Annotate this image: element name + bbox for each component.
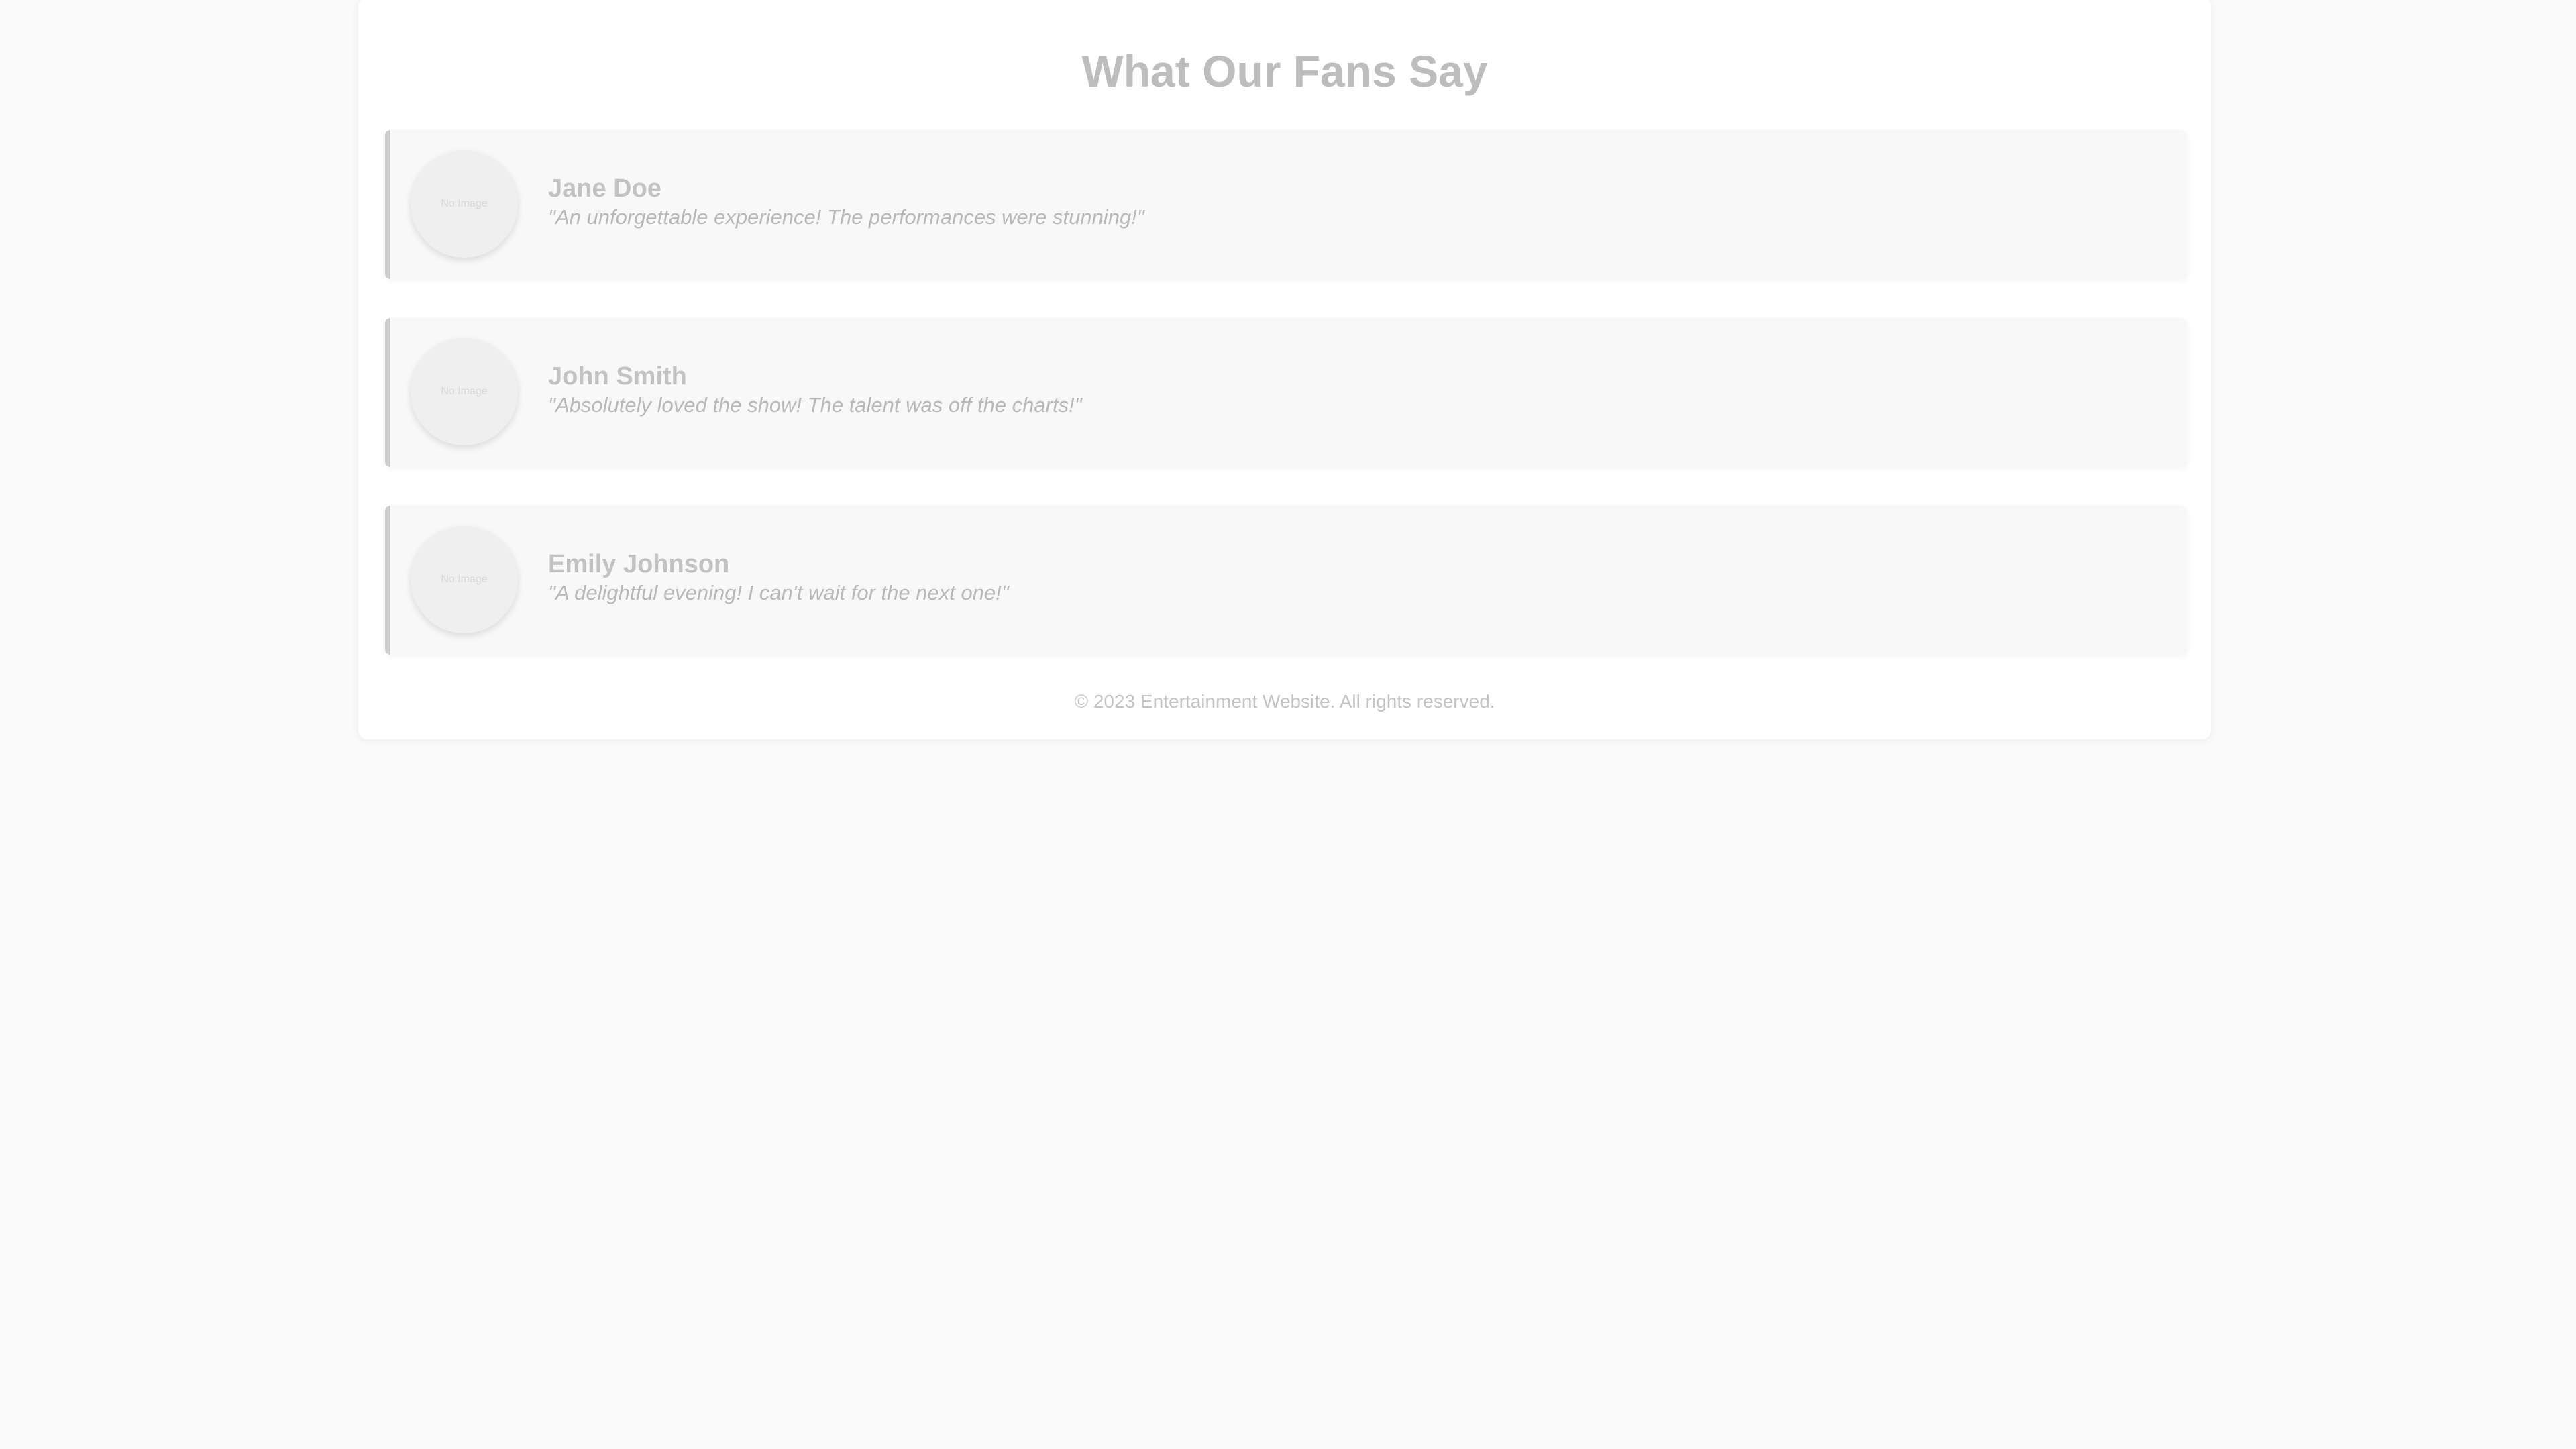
testimonial-card: No Image Jane Doe "An unforgettable expe… [385, 130, 2187, 279]
footer-copyright: © 2023 Entertainment Website. All rights… [1074, 691, 1495, 712]
testimonial-card: No Image John Smith "Absolutely loved th… [385, 318, 2187, 467]
avatar: No Image [411, 338, 518, 445]
avatar-placeholder-label: No Image [441, 386, 488, 397]
testimonial-name: John Smith [548, 362, 687, 390]
testimonial-name: Jane Doe [548, 174, 661, 203]
avatar-placeholder-label: No Image [441, 574, 488, 585]
testimonial-card: No Image Emily Johnson "A delightful eve… [385, 506, 2187, 655]
testimonial-quote: "An unforgettable experience! The perfor… [548, 205, 1144, 229]
page-title: What Our Fans Say [1081, 46, 1488, 96]
avatar: No Image [411, 150, 518, 258]
testimonials-container: What Our Fans Say No Image Jane Doe "An … [358, 0, 2211, 739]
testimonial-quote: "Absolutely loved the show! The talent w… [548, 393, 1082, 417]
testimonial-name: Emily Johnson [548, 550, 730, 578]
avatar: No Image [411, 526, 518, 633]
testimonial-quote: "A delightful evening! I can't wait for … [548, 581, 1009, 604]
avatar-placeholder-label: No Image [441, 198, 488, 209]
